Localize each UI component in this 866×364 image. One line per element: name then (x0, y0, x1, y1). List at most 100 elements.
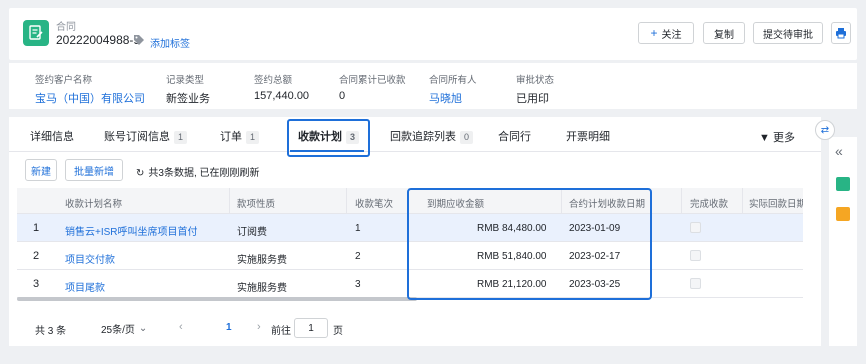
cell-seq: 1 (355, 223, 361, 234)
summary-value: 0 (339, 90, 346, 102)
copy-button[interactable]: 复制 (703, 22, 745, 44)
cell-nature: 订阅费 (237, 227, 267, 238)
chat-icon[interactable] (836, 207, 850, 221)
summary-label: 合同累计已收款 (339, 75, 406, 86)
next-page-icon[interactable]: › (257, 321, 261, 333)
col-header[interactable]: 完成收款 (690, 196, 728, 210)
completed-checkbox[interactable] (690, 250, 701, 261)
tab-label: 回款追踪列表 (390, 131, 456, 143)
completed-checkbox[interactable] (690, 222, 701, 233)
right-rail: « (829, 137, 857, 346)
summary-customer: 签约客户名称 宝马（中国）有限公司 (35, 72, 145, 106)
follow-button[interactable]: + 关注 (638, 22, 694, 44)
customer-link[interactable]: 宝马（中国）有限公司 (35, 90, 145, 106)
record-header: 合同 20222004988-9 添加标签 + 关注 复制 提交待审批 (9, 8, 857, 60)
related-list-panel: 详细信息 账号订阅信息 1 订单 1 收款计划 3 回款追踪列表 0 合同行 开票明细 … (9, 117, 821, 346)
follow-label: 关注 (661, 29, 682, 41)
current-page[interactable]: 1 (226, 322, 232, 333)
page-unit-label: 页 (333, 326, 343, 337)
table-row[interactable]: 2 项目交付款 实施服务费 2 RMB 51,840.00 2023-02-17 (17, 242, 803, 270)
payment-plan-table: 收款计划名称 款项性质 收款笔次 到期应收金额 合约计划收款日期 完成收款 实际… (17, 188, 803, 300)
summary-collected: 合同累计已收款 0 (339, 72, 406, 102)
goto-label: 前往 (271, 326, 291, 337)
tab-collection-tracking[interactable]: 回款追踪列表 0 (390, 128, 474, 144)
swap-icon[interactable]: ⇄ (815, 120, 835, 140)
chevron-down-icon: ⌄ (138, 322, 148, 334)
tab-label: 合同行 (498, 131, 531, 143)
table-header: 收款计划名称 款项性质 收款笔次 到期应收金额 合约计划收款日期 完成收款 实际… (17, 188, 803, 214)
row-index: 2 (33, 250, 40, 262)
more-label: 更多 (772, 132, 795, 144)
col-header[interactable]: 到期应收金额 (427, 196, 484, 210)
row-index: 1 (33, 222, 40, 234)
col-header[interactable]: 实际回款日期 (749, 196, 803, 210)
cell-nature: 实施服务费 (237, 283, 287, 294)
summary-label: 合同所有人 (429, 75, 477, 86)
summary-record-type: 记录类型 新签业务 (166, 72, 210, 106)
pagination: 共 3 条 25条/页⌄ ‹ 1 › 前往 页 (35, 318, 435, 338)
row-index: 3 (33, 278, 40, 290)
plan-name-link[interactable]: 项目尾款 (65, 279, 105, 294)
page-size-select[interactable]: 25条/页 ⌄ (91, 318, 169, 338)
col-header[interactable]: 收款计划名称 (65, 196, 122, 210)
goto-page-input[interactable] (294, 318, 328, 338)
table-row[interactable]: 1 销售云+ISR呼叫坐席项目首付 订阅费 1 RMB 84,480.00 20… (17, 214, 803, 242)
completed-checkbox[interactable] (690, 278, 701, 289)
tab-count: 1 (246, 131, 260, 144)
horizontal-scrollbar[interactable] (17, 297, 417, 301)
summary-total: 签约总额 157,440.00 (254, 72, 309, 102)
tab-orders[interactable]: 订单 1 (220, 128, 260, 144)
tab-count: 0 (460, 131, 474, 144)
col-header[interactable]: 收款笔次 (355, 196, 393, 210)
collapse-icon[interactable]: « (835, 143, 843, 159)
prev-page-icon[interactable]: ‹ (179, 321, 183, 333)
print-icon (836, 28, 846, 39)
page-size-value: 25条/页 (101, 324, 135, 336)
summary-label: 记录类型 (166, 75, 205, 86)
tab-subscription[interactable]: 账号订阅信息 1 (104, 128, 188, 144)
plan-name-link[interactable]: 项目交付款 (65, 251, 115, 266)
col-header[interactable]: 合约计划收款日期 (569, 196, 645, 210)
tab-label: 订单 (220, 131, 242, 143)
table-row[interactable]: 3 项目尾款 实施服务费 3 RMB 21,120.00 2023-03-25 (17, 270, 803, 298)
cell-date: 2023-02-17 (569, 251, 621, 262)
submit-approval-button[interactable]: 提交待审批 (753, 22, 823, 44)
plan-name-link[interactable]: 销售云+ISR呼叫坐席项目首付 (65, 223, 198, 238)
summary-label: 审批状态 (516, 75, 555, 86)
cell-nature: 实施服务费 (237, 255, 287, 266)
summary-approval: 审批状态 已用印 (516, 72, 554, 106)
summary-value: 157,440.00 (254, 90, 310, 102)
tab-count: 1 (174, 131, 188, 144)
cell-date: 2023-03-25 (569, 279, 621, 290)
tab-invoices[interactable]: 开票明细 (566, 128, 610, 144)
cell-amount: RMB 84,480.00 (477, 223, 547, 234)
tab-details[interactable]: 详细信息 (30, 128, 74, 144)
contract-code: 20222004988-9 (56, 33, 141, 47)
tab-contract-lines[interactable]: 合同行 (498, 128, 531, 144)
cell-seq: 2 (355, 251, 361, 262)
cell-amount: RMB 21,120.00 (477, 279, 547, 290)
refresh-icon: ↻ (136, 168, 145, 179)
refresh-status[interactable]: ↻ 共3条数据, 已在刚刚刷新 (136, 164, 260, 179)
summary-label: 签约总额 (254, 75, 293, 86)
tab-highlight-box (287, 119, 370, 157)
more-tabs-button[interactable]: ▼ 更多 (759, 129, 795, 145)
tab-label: 开票明细 (566, 131, 610, 143)
summary-value: 新签业务 (166, 93, 210, 105)
record-type-label: 合同 (56, 22, 76, 33)
print-button[interactable] (831, 22, 851, 44)
batch-add-button[interactable]: 批量新增 (65, 159, 123, 181)
bookmark-icon[interactable] (836, 177, 850, 191)
cell-seq: 3 (355, 279, 361, 290)
new-button[interactable]: 新建 (25, 159, 57, 181)
tab-bar: 详细信息 账号订阅信息 1 订单 1 收款计划 3 回款追踪列表 0 合同行 开票明细 … (9, 117, 821, 157)
tab-label: 详细信息 (30, 131, 74, 143)
add-tag-link[interactable]: 添加标签 (150, 35, 190, 50)
summary-value: 已用印 (516, 93, 549, 105)
summary-bar: 签约客户名称 宝马（中国）有限公司 记录类型 新签业务 签约总额 157,440… (9, 63, 857, 109)
col-header[interactable]: 款项性质 (237, 196, 275, 210)
tag-icon (134, 35, 144, 45)
tab-label: 账号订阅信息 (104, 131, 170, 143)
owner-link[interactable]: 马晓旭 (429, 90, 477, 106)
cell-amount: RMB 51,840.00 (477, 251, 547, 262)
